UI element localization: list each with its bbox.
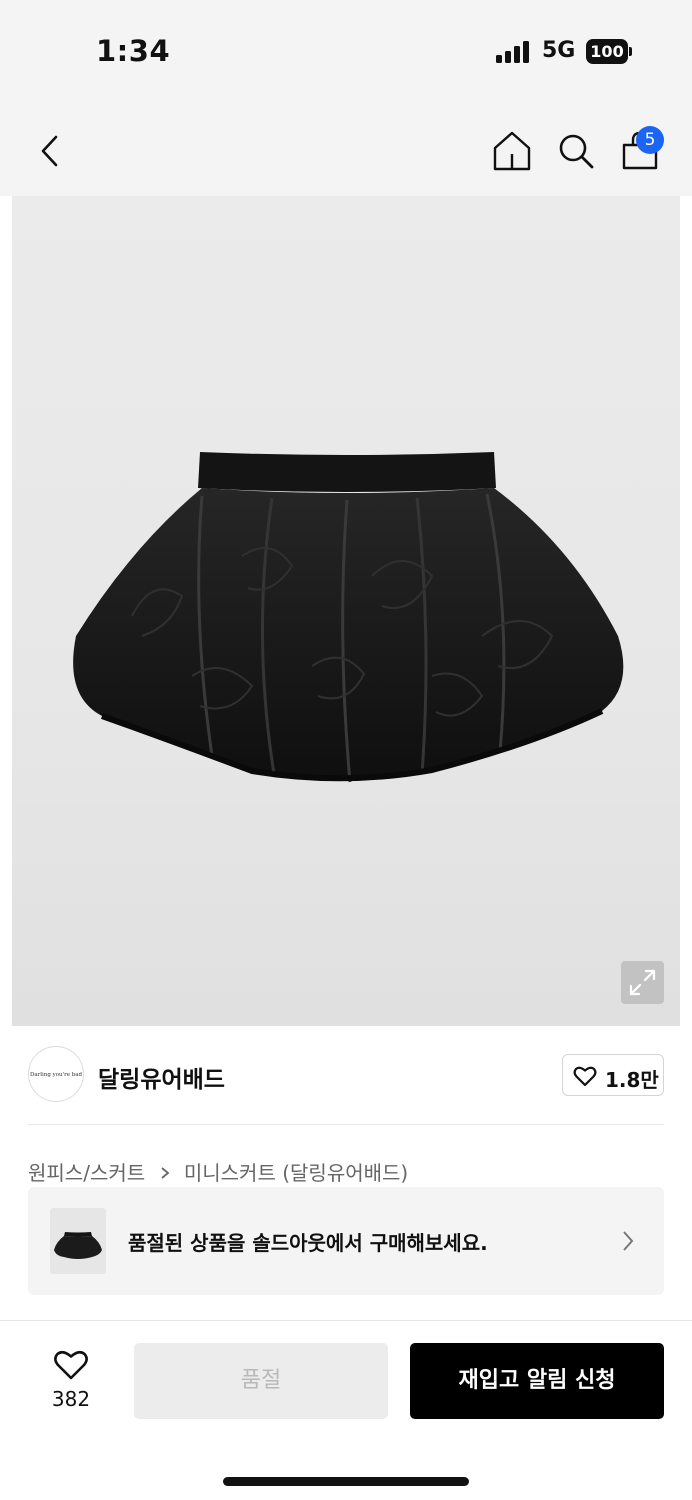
top-nav bbox=[0, 100, 692, 196]
status-bar: 1:34 5G 100 bbox=[0, 0, 692, 100]
signal-icon bbox=[496, 41, 532, 63]
chevron-right-icon bbox=[620, 1229, 636, 1257]
status-time: 1:34 bbox=[96, 34, 171, 68]
network-label: 5G bbox=[542, 38, 576, 63]
home-icon[interactable] bbox=[490, 128, 534, 174]
back-icon[interactable] bbox=[30, 128, 70, 174]
banner-thumbnail bbox=[50, 1208, 106, 1274]
soldout-banner[interactable]: 품절된 상품을 솔드아웃에서 구매해보세요. bbox=[28, 1187, 664, 1295]
breadcrumb: 원피스/스커트 미니스커트 (달링유어배드) bbox=[28, 1157, 408, 1186]
expand-icon[interactable] bbox=[621, 961, 664, 1004]
breadcrumb-item-category[interactable]: 원피스/스커트 bbox=[28, 1161, 145, 1185]
bubble-skirt-illustration bbox=[73, 452, 624, 783]
bottom-action-bar: 382 품절 재입고 알림 신청 bbox=[0, 1320, 692, 1500]
product-image[interactable] bbox=[12, 196, 680, 1026]
home-indicator bbox=[223, 1477, 469, 1486]
cart-badge: 5 bbox=[636, 126, 664, 154]
soldout-button: 품절 bbox=[134, 1343, 388, 1419]
banner-text: 품절된 상품을 솔드아웃에서 구매해보세요. bbox=[128, 1231, 488, 1255]
breadcrumb-item-subcategory[interactable]: 미니스커트 (달링유어배드) bbox=[184, 1161, 408, 1185]
chevron-right-icon bbox=[160, 1161, 170, 1185]
shop-logo-text: Darling you're bad bbox=[29, 1072, 83, 1078]
divider bbox=[28, 1124, 664, 1125]
shop-row: Darling you're bad 달링유어배드 1.8만 bbox=[28, 1046, 664, 1106]
shop-like-count: 1.8만 bbox=[605, 1068, 659, 1092]
battery-level: 100 bbox=[586, 39, 628, 64]
heart-icon bbox=[54, 1350, 88, 1380]
shop-logo[interactable]: Darling you're bad bbox=[28, 1046, 84, 1102]
restock-alert-button[interactable]: 재입고 알림 신청 bbox=[410, 1343, 664, 1419]
battery-icon: 100 bbox=[586, 39, 632, 64]
shop-name[interactable]: 달링유어배드 bbox=[98, 1060, 225, 1094]
search-icon[interactable] bbox=[554, 128, 598, 174]
shop-like-button[interactable]: 1.8만 bbox=[562, 1054, 664, 1096]
wish-count: 382 bbox=[51, 1387, 91, 1411]
heart-icon bbox=[573, 1066, 597, 1087]
